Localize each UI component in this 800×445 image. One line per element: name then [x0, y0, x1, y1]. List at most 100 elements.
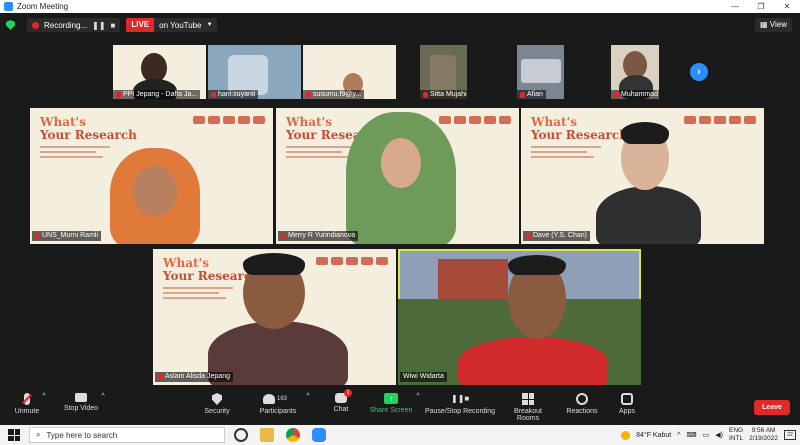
minimize-icon[interactable]: — [722, 2, 748, 11]
breakout-rooms-icon [522, 393, 534, 405]
participant-name: Aslam Alisda Jepang [155, 372, 233, 382]
participant-name: Merry R Yurindianova [278, 231, 359, 241]
apps-icon [621, 393, 633, 405]
share-options-chevron-icon[interactable]: ^ [414, 393, 422, 400]
share-screen-button[interactable]: ↑ Share Screen [368, 393, 414, 414]
participant-name: PPI Jepang - Daffa Ja... [113, 90, 201, 99]
maximize-icon[interactable]: ❐ [748, 2, 774, 11]
recording-indicator: Recording... ❚❚ ■ [27, 18, 121, 32]
participant-video [521, 59, 561, 83]
participant-name: susumu.f9@y... [303, 90, 365, 99]
participant-name: Wiwi Widarta [400, 372, 447, 382]
slide-logos [684, 116, 756, 124]
video-camera-icon [75, 393, 87, 402]
close-icon[interactable]: ✕ [774, 2, 800, 11]
participant-thumbnail[interactable]: Afian [517, 45, 564, 99]
pause-stop-recording-button[interactable]: ❚❚■ Pause/Stop Recording [424, 393, 496, 415]
chrome-icon[interactable] [286, 428, 300, 442]
keyboard-icon[interactable]: ⌨ [687, 431, 697, 439]
smiley-plus-icon [576, 393, 588, 405]
unmute-button[interactable]: Unmute [10, 393, 44, 415]
slide-logos [439, 116, 511, 124]
next-page-arrow-icon[interactable]: › [690, 63, 708, 81]
slide-title: What's [531, 115, 577, 129]
participant-thumbnail[interactable]: Sitta Mujahid [420, 45, 467, 99]
breakout-rooms-button[interactable]: Breakout Rooms [502, 393, 554, 422]
stop-video-button[interactable]: Stop Video [60, 393, 102, 412]
language-indicator[interactable]: ENG INTL [729, 427, 743, 443]
taskbar-search-input[interactable]: ⌕ Type here to search [29, 427, 225, 443]
shield-icon [212, 393, 222, 405]
security-button[interactable]: Security [198, 393, 236, 415]
live-badge: LIVE [126, 18, 155, 32]
participant-name: Muhammad Imron [611, 90, 659, 99]
live-destination: on YouTube [159, 20, 202, 30]
participant-thumbnail[interactable]: PPI Jepang - Daffa Ja... [113, 45, 206, 99]
audio-options-chevron-icon[interactable]: ^ [40, 393, 48, 400]
chevron-down-icon[interactable]: ▼ [207, 22, 217, 28]
leave-button[interactable]: Leave [754, 400, 790, 415]
record-dot-icon [32, 21, 39, 29]
tray-chevron-icon[interactable]: ^ [677, 432, 680, 439]
mic-muted-icon [423, 91, 428, 98]
network-icon[interactable]: ▭ [703, 431, 710, 439]
chat-badge: 1 [344, 389, 352, 397]
slide-text-lines [163, 287, 233, 302]
search-placeholder: Type here to search [46, 430, 118, 440]
active-speaker-tile[interactable]: Wiwi Widarta [398, 249, 641, 385]
mic-muted-icon [116, 91, 121, 98]
chat-button[interactable]: 1 Chat [326, 389, 356, 413]
mic-muted-icon [211, 91, 216, 98]
slide-text-lines [40, 146, 110, 161]
participant-thumbnail[interactable]: susumu.f9@y... [303, 45, 396, 99]
participants-options-chevron-icon[interactable]: ^ [304, 393, 312, 400]
video-options-chevron-icon[interactable]: ^ [99, 393, 107, 400]
mic-muted-icon [35, 233, 40, 239]
video-tile[interactable]: What's Your Research UNS_Murni Ramli [30, 108, 273, 244]
participant-video [430, 55, 456, 95]
volume-icon[interactable]: ◀) [715, 431, 723, 439]
participant-video [458, 337, 608, 385]
slide-title: What's [286, 115, 332, 129]
slide-logos [316, 257, 388, 265]
mic-muted-icon [526, 233, 531, 239]
participant-name: hani.suyanti [208, 90, 259, 99]
participant-name: Dave (Y.S. Chan) [523, 231, 590, 241]
encryption-shield-icon[interactable] [6, 20, 15, 30]
participant-name: UNS_Murni Ramli [32, 231, 102, 241]
view-label: View [769, 20, 787, 29]
slide-text-lines [286, 146, 356, 161]
video-tile[interactable]: What's Your Research Merry R Yurindianov… [276, 108, 519, 244]
participant-video [228, 55, 268, 95]
windows-start-icon[interactable] [8, 429, 20, 441]
window-controls: — ❐ ✕ [722, 2, 800, 11]
stop-recording-icon[interactable]: ■ [111, 21, 116, 30]
view-button[interactable]: ▦ View [755, 18, 792, 32]
file-explorer-icon[interactable] [260, 428, 274, 442]
clock[interactable]: 9:56 AM 2/19/2022 [749, 427, 778, 443]
reactions-button[interactable]: Reactions [564, 393, 600, 415]
participant-strip: PPI Jepang - Daffa Ja... hani.suyanti su… [0, 45, 800, 100]
system-tray: 84°F Kabut ^ ⌨ ▭ ◀) ENG INTL 9:56 AM 2/1… [621, 427, 796, 443]
participant-thumbnail[interactable]: hani.suyanti [208, 45, 301, 99]
zoom-app-icon[interactable] [312, 428, 326, 442]
notifications-icon[interactable]: 22 [784, 430, 796, 440]
participants-icon: 163 [263, 393, 293, 405]
meeting-topbar: Recording... ❚❚ ■ LIVE on YouTube ▼ ▦ Vi… [0, 13, 800, 37]
participant-thumbnail[interactable]: Muhammad Imron [611, 45, 659, 99]
mic-muted-icon [520, 91, 525, 98]
task-view-icon[interactable] [234, 428, 248, 442]
participants-button[interactable]: 163 Participants [256, 393, 300, 415]
livestream-indicator[interactable]: LIVE on YouTube ▼ [126, 18, 217, 32]
windows-taskbar: ⌕ Type here to search 84°F Kabut ^ ⌨ ▭ ◀… [0, 425, 800, 445]
video-tile[interactable]: What's Your Research Dave (Y.S. Chan) [521, 108, 764, 244]
window-titlebar: Zoom Meeting — ❐ ✕ [0, 0, 800, 13]
apps-button[interactable]: Apps [614, 393, 640, 415]
slide-subtitle: Your Research [531, 128, 628, 142]
pause-recording-icon[interactable]: ❚❚ [92, 21, 105, 30]
participant-name: Afian [517, 90, 546, 99]
weather-text[interactable]: 84°F Kabut [636, 432, 671, 439]
video-tile[interactable]: What's Your Research Aslam Alisda Jepang [153, 249, 396, 385]
slide-title: What's [163, 256, 209, 270]
participant-video [596, 186, 701, 244]
